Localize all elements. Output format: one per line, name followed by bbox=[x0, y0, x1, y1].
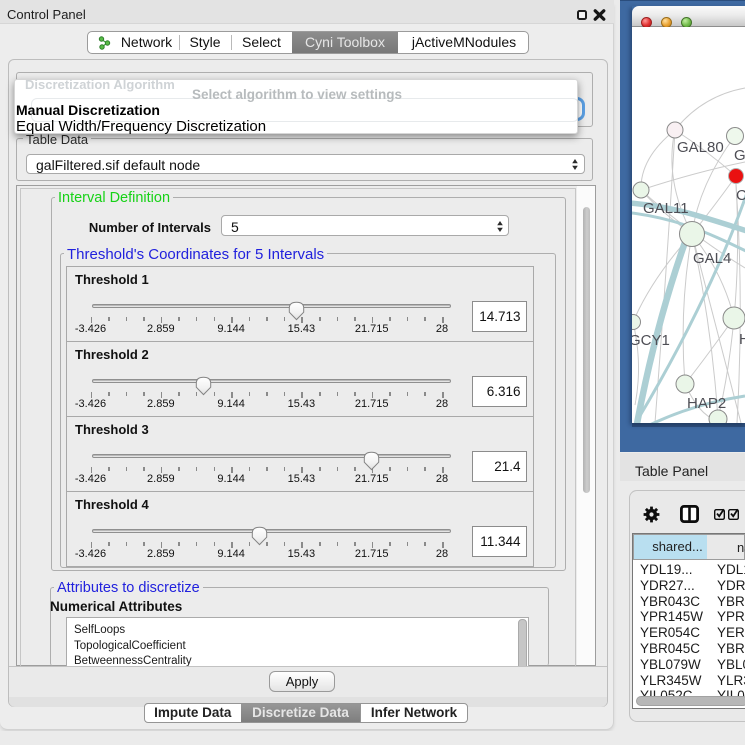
svg-text:GCY1: GCY1 bbox=[632, 332, 670, 349]
svg-text:HAP2: HAP2 bbox=[687, 395, 726, 412]
svg-text:GA: GA bbox=[734, 147, 745, 164]
svg-text:GAL4: GAL4 bbox=[693, 250, 731, 267]
svg-text:C: C bbox=[736, 187, 745, 204]
svg-text:GAL80: GAL80 bbox=[677, 139, 724, 156]
svg-text:H: H bbox=[739, 331, 745, 348]
svg-text:GAL11: GAL11 bbox=[643, 200, 689, 217]
